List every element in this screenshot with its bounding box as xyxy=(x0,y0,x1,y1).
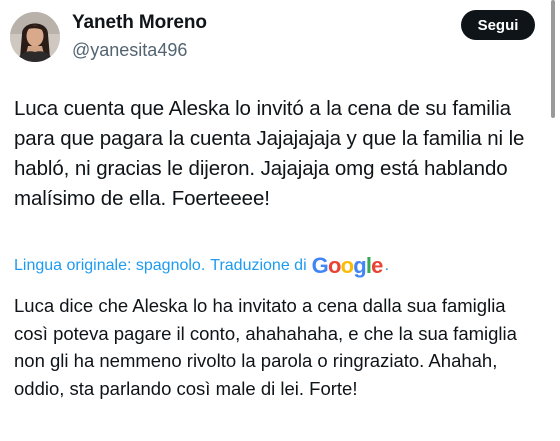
tweet-card: Yaneth Moreno @yanesita496 Segui Luca cu… xyxy=(0,0,560,441)
scrollbar[interactable] xyxy=(551,0,555,118)
author-handle[interactable]: @yanesita496 xyxy=(72,40,187,61)
tweet-translated-text: Luca dice che Aleska lo ha invitato a ce… xyxy=(14,295,517,399)
google-logo-icon: Google xyxy=(311,253,384,278)
follow-button[interactable]: Segui xyxy=(461,10,535,40)
trailing-dot: . xyxy=(384,257,390,274)
tweet-original-text: Luca cuenta que Aleska lo invitó a la ce… xyxy=(14,97,525,210)
avatar[interactable] xyxy=(10,12,60,62)
author-display-name[interactable]: Yaneth Moreno xyxy=(72,12,207,34)
avatar-photo-icon xyxy=(10,12,60,62)
translated-by-label: Traduzione di xyxy=(210,257,307,274)
original-language-link[interactable]: Lingua originale: spagnolo. xyxy=(14,257,205,275)
translation-attribution: Lingua originale: spagnolo. Traduzione d… xyxy=(14,252,389,280)
